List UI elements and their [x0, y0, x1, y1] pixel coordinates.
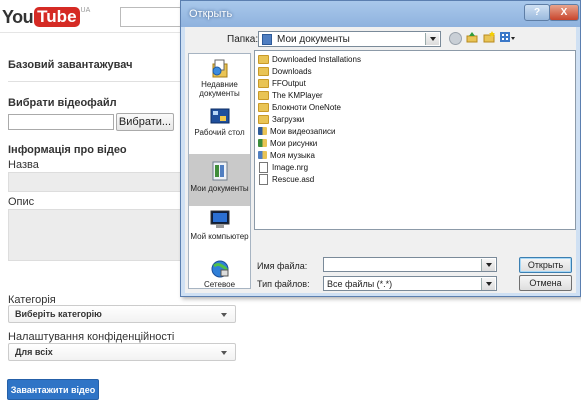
place-my-computer[interactable]: Мой компьютер [189, 208, 250, 254]
upload-video-button[interactable]: Завантажити відео [7, 379, 99, 400]
folder-icon [258, 114, 269, 124]
list-item[interactable]: Загрузки [258, 113, 304, 125]
logo-region: UA [80, 7, 91, 14]
privacy-label: Налаштування конфіденційності [8, 331, 175, 343]
folder-icon [258, 66, 269, 76]
logo-you-text: You [2, 6, 34, 27]
folder-icon [258, 102, 269, 112]
chevron-down-icon[interactable] [481, 278, 495, 290]
file-icon [259, 173, 268, 185]
open-button[interactable]: Открыть [519, 257, 572, 273]
list-item[interactable]: Мои видеозаписи [258, 125, 335, 137]
chevron-down-icon [221, 351, 227, 355]
filetype-select[interactable]: Все файлы (*.*) [323, 276, 497, 291]
new-folder-icon[interactable] [483, 31, 495, 43]
description-label: Опис [8, 196, 35, 208]
list-item[interactable]: Downloads [258, 65, 312, 77]
chevron-down-icon[interactable] [481, 259, 495, 271]
look-in-label: Папка: [227, 34, 259, 45]
dialog-client: Папка: Мои документы Недавние документы [185, 27, 576, 293]
music-folder-icon [258, 151, 267, 159]
list-item[interactable]: Моя музыка [258, 149, 315, 161]
dialog-title: Открыть [189, 8, 233, 20]
header-divider [0, 32, 190, 33]
list-item[interactable]: Rescue.asd [258, 173, 314, 185]
help-button[interactable]: ? [524, 4, 550, 21]
place-recent-documents[interactable]: Недавние документы [189, 56, 250, 100]
title-field[interactable] [8, 172, 182, 192]
privacy-select[interactable]: Для всіх [8, 343, 236, 361]
list-item[interactable]: Downloaded Installations [258, 53, 361, 65]
my-documents-icon [262, 33, 272, 45]
place-my-documents[interactable]: Мои документы [189, 154, 250, 206]
filename-input[interactable] [323, 257, 497, 272]
video-folder-icon [258, 127, 267, 135]
place-network[interactable]: Сетевое [189, 260, 250, 289]
list-item[interactable]: Image.nrg [258, 161, 308, 173]
uploader-title: Базовий завантажувач [8, 59, 133, 71]
list-item[interactable]: Мои рисунки [258, 137, 317, 149]
place-label: Сетевое [203, 280, 236, 289]
list-item[interactable]: FFOutput [258, 77, 306, 89]
place-label: Мой компьютер [190, 232, 249, 241]
video-info-heading: Інформація про відео [8, 144, 127, 156]
desktop-icon [210, 108, 230, 126]
choose-video-heading: Вибрати відеофайл [8, 97, 117, 109]
logo-tube-text: Tube [34, 7, 80, 27]
chevron-down-icon[interactable] [425, 33, 439, 45]
privacy-value: Для всіх [15, 347, 53, 357]
up-folder-icon[interactable] [466, 31, 478, 43]
filename-label: Имя файла: [257, 261, 308, 271]
filetype-label: Тип файлов: [257, 279, 310, 289]
video-file-input[interactable] [8, 114, 114, 130]
place-label: Мои документы [190, 184, 249, 193]
close-button[interactable]: X [549, 4, 579, 21]
recent-docs-icon [210, 58, 230, 78]
place-label: Недавние документы [199, 80, 240, 98]
place-desktop[interactable]: Рабочий стол [189, 108, 250, 146]
list-item[interactable]: The KMPlayer [258, 89, 323, 101]
my-computer-icon [209, 208, 231, 230]
look-in-value: Мои документы [277, 33, 350, 45]
look-in-select[interactable]: Мои документы [258, 31, 441, 47]
back-icon[interactable] [449, 32, 462, 45]
folder-icon [258, 90, 269, 100]
category-select[interactable]: Виберіть категорію [8, 305, 236, 323]
youtube-logo[interactable]: You Tube UA [2, 6, 90, 28]
title-label: Назва [8, 159, 39, 171]
network-icon [210, 260, 230, 278]
file-list[interactable]: Downloaded Installations Downloads FFOut… [254, 50, 576, 230]
browse-button[interactable]: Вибрати... [116, 113, 174, 131]
folder-icon [258, 78, 269, 88]
open-file-dialog: Открыть ? X Папка: Мои документы Недавни… [180, 0, 581, 297]
description-field[interactable] [8, 209, 182, 261]
search-input[interactable] [120, 7, 181, 27]
cancel-button[interactable]: Отмена [519, 275, 572, 291]
place-label: Рабочий стол [194, 128, 245, 137]
my-documents-icon [210, 154, 230, 182]
pictures-folder-icon [258, 139, 267, 147]
view-menu-icon[interactable] [500, 32, 516, 43]
file-icon [259, 161, 268, 173]
folder-icon [258, 54, 269, 64]
chevron-down-icon [221, 313, 227, 317]
list-item[interactable]: Блокноти OneNote [258, 101, 341, 113]
divider [8, 81, 180, 82]
category-value: Виберіть категорію [15, 309, 102, 319]
places-bar: Недавние документы Рабочий стол Мои доку… [188, 53, 251, 289]
dialog-title-bar[interactable] [181, 1, 580, 27]
